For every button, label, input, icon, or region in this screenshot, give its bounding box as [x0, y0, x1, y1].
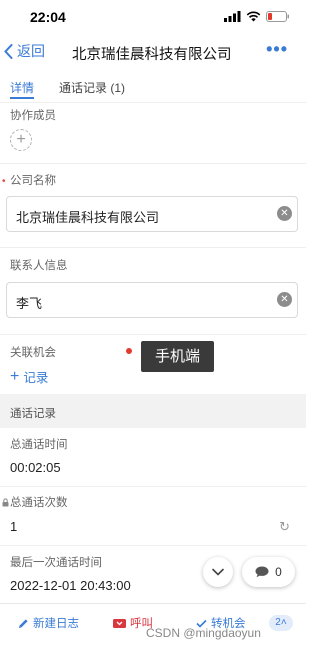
watermark: CSDN @mingdaoyun	[146, 626, 261, 640]
divider	[0, 163, 306, 164]
last-call-value: 2022-12-01 20:43:00	[10, 578, 131, 593]
members-label: 协作成员	[10, 110, 56, 122]
wifi-icon	[246, 11, 261, 22]
plus-icon: +	[10, 367, 20, 385]
divider	[0, 247, 306, 248]
required-marker: •	[2, 176, 6, 187]
last-call-label: 最后一次通话时间	[10, 557, 102, 569]
section-title: 通话记录	[10, 408, 56, 420]
battery-icon	[266, 11, 289, 22]
lock-icon	[2, 498, 9, 507]
status-icons	[224, 11, 290, 22]
more-button[interactable]: •••	[266, 40, 288, 58]
notification-dot	[126, 348, 132, 354]
status-bar: 22:04	[0, 0, 306, 34]
clear-contact-icon[interactable]: ✕	[277, 292, 292, 307]
back-button[interactable]: 返回	[4, 41, 45, 61]
total-count-label: 总通话次数	[10, 497, 68, 509]
comment-button[interactable]: 0	[242, 557, 295, 587]
tooltip-label: 手机端	[141, 341, 214, 372]
pencil-icon	[19, 618, 28, 628]
tab-bar: 详情 通话记录 (1)	[0, 74, 306, 102]
divider	[0, 486, 306, 487]
status-time: 22:04	[30, 9, 66, 25]
tab-details[interactable]: 详情	[10, 79, 34, 96]
more-actions-button[interactable]: 2˄	[269, 615, 293, 631]
contact-label: 联系人信息	[10, 260, 68, 272]
company-value: 北京瑞佳晨科技有限公司	[16, 210, 160, 225]
tab-call-records[interactable]: 通话记录 (1)	[59, 79, 125, 96]
contact-value: 李飞	[16, 296, 43, 311]
comment-icon	[255, 566, 269, 578]
divider	[0, 102, 306, 103]
chevron-left-icon	[4, 43, 13, 59]
contact-field[interactable]: 李飞 ✕	[6, 282, 298, 318]
total-time-label: 总通话时间	[10, 439, 68, 451]
total-time-value: 00:02:05	[10, 460, 61, 475]
clear-company-icon[interactable]: ✕	[277, 206, 292, 221]
section-header: 通话记录	[0, 394, 306, 428]
nav-bar: 返回 北京瑞佳晨科技有限公司 •••	[0, 34, 306, 70]
new-log-label: 新建日志	[33, 618, 79, 630]
total-count-value: 1	[10, 519, 18, 534]
chevron-up-icon: ˄	[280, 617, 287, 628]
phone-call-icon	[113, 618, 126, 628]
refresh-icon[interactable]: ↻	[279, 519, 290, 535]
comment-count: 0	[275, 565, 282, 579]
page-title: 北京瑞佳晨科技有限公司	[72, 47, 232, 63]
new-log-button[interactable]: 新建日志	[18, 615, 79, 631]
company-label: 公司名称	[10, 175, 56, 187]
chevron-down-icon	[212, 568, 224, 576]
add-record-label: 记录	[23, 371, 49, 385]
signal-icon	[224, 11, 241, 22]
add-member-button[interactable]: +	[10, 129, 32, 151]
company-field[interactable]: 北京瑞佳晨科技有限公司 ✕	[6, 196, 298, 232]
back-label: 返回	[17, 43, 45, 59]
add-record-button[interactable]: + 记录	[10, 367, 48, 386]
tab-active-indicator	[10, 97, 34, 99]
scroll-down-button[interactable]	[203, 557, 233, 587]
divider	[0, 334, 306, 335]
divider	[0, 545, 306, 546]
opportunity-label: 关联机会	[10, 347, 56, 359]
